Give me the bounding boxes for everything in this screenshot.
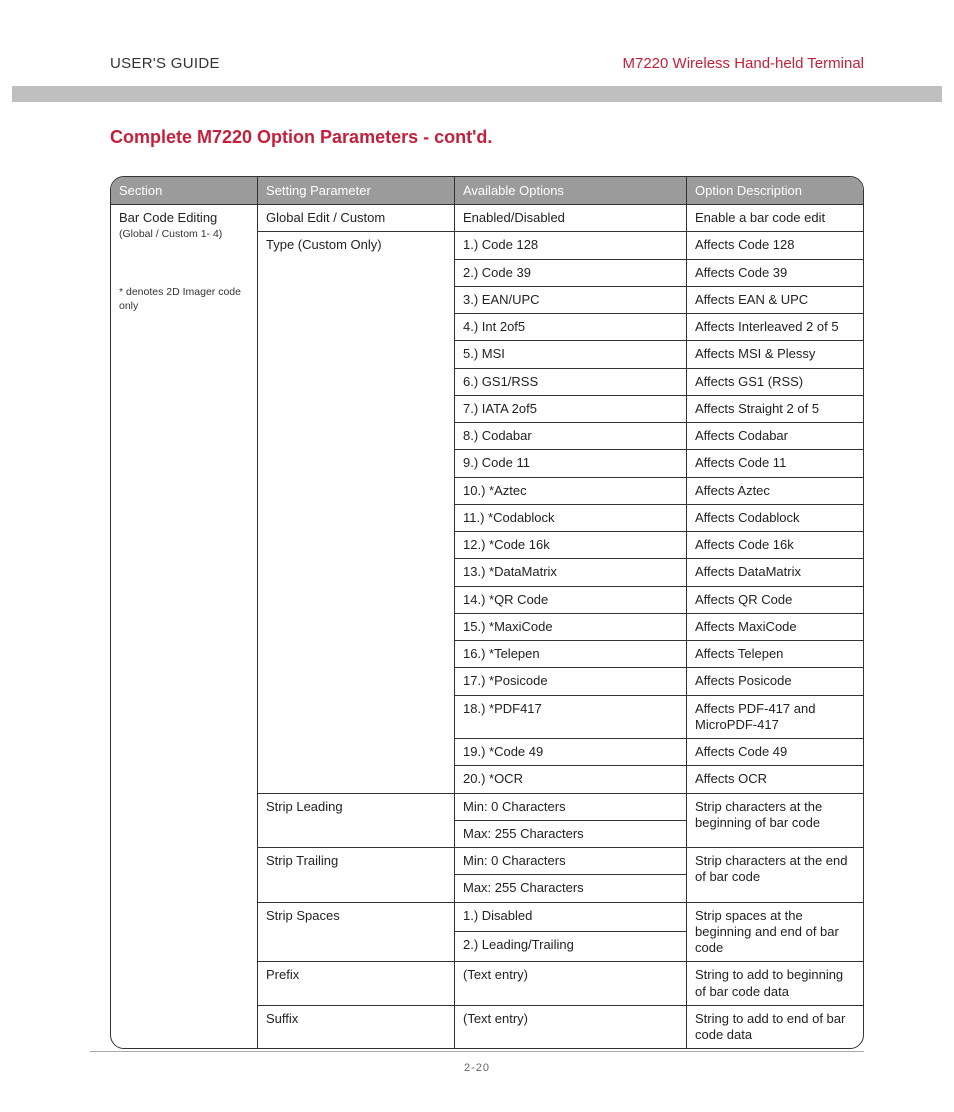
description-cell: Affects Interleaved 2 of 5 <box>687 314 864 341</box>
param-cell: Strip Spaces <box>258 902 455 962</box>
description-cell: Strip spaces at the beginning and end of… <box>687 902 864 962</box>
header-left: USER'S GUIDE <box>110 55 220 72</box>
parameters-table-wrapper: Section Setting Parameter Available Opti… <box>110 176 864 1049</box>
page-header: USER'S GUIDE M7220 Wireless Hand-held Te… <box>110 55 864 72</box>
option-cell: Max: 255 Characters <box>455 875 687 902</box>
page-number: 2-20 <box>0 1062 954 1074</box>
description-cell: Affects Posicode <box>687 668 864 695</box>
table-row: Bar Code Editing(Global / Custom 1- 4)* … <box>111 205 863 232</box>
option-cell: 5.) MSI <box>455 341 687 368</box>
option-cell: 7.) IATA 2of5 <box>455 395 687 422</box>
description-cell: Affects QR Code <box>687 586 864 613</box>
description-cell: Strip characters at the beginning of bar… <box>687 793 864 848</box>
description-cell: Affects Code 11 <box>687 450 864 477</box>
param-cell: Type (Custom Only) <box>258 232 455 793</box>
description-cell: Affects Code 16k <box>687 532 864 559</box>
header-divider-bar <box>12 86 942 102</box>
option-cell: 2.) Code 39 <box>455 259 687 286</box>
param-cell: Global Edit / Custom <box>258 205 455 232</box>
description-cell: String to add to end of bar code data <box>687 1005 864 1048</box>
option-cell: 4.) Int 2of5 <box>455 314 687 341</box>
description-cell: Enable a bar code edit <box>687 205 864 232</box>
description-cell: String to add to beginning of bar code d… <box>687 962 864 1006</box>
description-cell: Strip characters at the end of bar code <box>687 848 864 903</box>
col-header-description: Option Description <box>687 177 864 205</box>
option-cell: (Text entry) <box>455 1005 687 1048</box>
description-cell: Affects Code 39 <box>687 259 864 286</box>
option-cell: Max: 255 Characters <box>455 820 687 847</box>
parameters-table: Section Setting Parameter Available Opti… <box>111 177 863 1048</box>
description-cell: Affects Straight 2 of 5 <box>687 395 864 422</box>
description-cell: Affects PDF-417 and MicroPDF-417 <box>687 695 864 739</box>
description-cell: Affects Code 128 <box>687 232 864 259</box>
option-cell: Min: 0 Characters <box>455 848 687 875</box>
description-cell: Affects EAN & UPC <box>687 286 864 313</box>
description-cell: Affects Codabar <box>687 423 864 450</box>
description-cell: Affects OCR <box>687 766 864 793</box>
option-cell: 15.) *MaxiCode <box>455 613 687 640</box>
description-cell: Affects GS1 (RSS) <box>687 368 864 395</box>
option-cell: 8.) Codabar <box>455 423 687 450</box>
option-cell: 14.) *QR Code <box>455 586 687 613</box>
option-cell: Enabled/Disabled <box>455 205 687 232</box>
description-cell: Affects MaxiCode <box>687 613 864 640</box>
option-cell: 17.) *Posicode <box>455 668 687 695</box>
section-title: Complete M7220 Option Parameters - cont'… <box>110 127 864 148</box>
option-cell: 19.) *Code 49 <box>455 739 687 766</box>
section-footnote: * denotes 2D Imager code only <box>119 286 249 312</box>
param-cell: Prefix <box>258 962 455 1006</box>
option-cell: 20.) *OCR <box>455 766 687 793</box>
col-header-options: Available Options <box>455 177 687 205</box>
description-cell: Affects MSI & Plessy <box>687 341 864 368</box>
option-cell: 18.) *PDF417 <box>455 695 687 739</box>
col-header-parameter: Setting Parameter <box>258 177 455 205</box>
param-cell: Strip Trailing <box>258 848 455 903</box>
option-cell: (Text entry) <box>455 962 687 1006</box>
description-cell: Affects Aztec <box>687 477 864 504</box>
description-cell: Affects Codablock <box>687 504 864 531</box>
option-cell: 6.) GS1/RSS <box>455 368 687 395</box>
section-name: Bar Code Editing <box>119 210 249 226</box>
description-cell: Affects DataMatrix <box>687 559 864 586</box>
param-cell: Suffix <box>258 1005 455 1048</box>
option-cell: 12.) *Code 16k <box>455 532 687 559</box>
header-right: M7220 Wireless Hand-held Terminal <box>623 55 865 72</box>
option-cell: 2.) Leading/Trailing <box>455 932 687 962</box>
option-cell: 3.) EAN/UPC <box>455 286 687 313</box>
table-header-row: Section Setting Parameter Available Opti… <box>111 177 863 205</box>
option-cell: 10.) *Aztec <box>455 477 687 504</box>
option-cell: 9.) Code 11 <box>455 450 687 477</box>
option-cell: 11.) *Codablock <box>455 504 687 531</box>
option-cell: 16.) *Telepen <box>455 641 687 668</box>
document-page: USER'S GUIDE M7220 Wireless Hand-held Te… <box>0 0 954 1112</box>
description-cell: Affects Code 49 <box>687 739 864 766</box>
section-cell: Bar Code Editing (Global / Custom 1- 4) * … <box>111 205 258 1049</box>
section-note: (Global / Custom 1- 4) <box>119 228 249 241</box>
option-cell: 13.) *DataMatrix <box>455 559 687 586</box>
option-cell: 1.) Code 128 <box>455 232 687 259</box>
param-cell: Strip Leading <box>258 793 455 848</box>
description-cell: Affects Telepen <box>687 641 864 668</box>
option-cell: Min: 0 Characters <box>455 793 687 820</box>
option-cell: 1.) Disabled <box>455 902 687 932</box>
footer-divider <box>90 1051 864 1052</box>
col-header-section: Section <box>111 177 258 205</box>
